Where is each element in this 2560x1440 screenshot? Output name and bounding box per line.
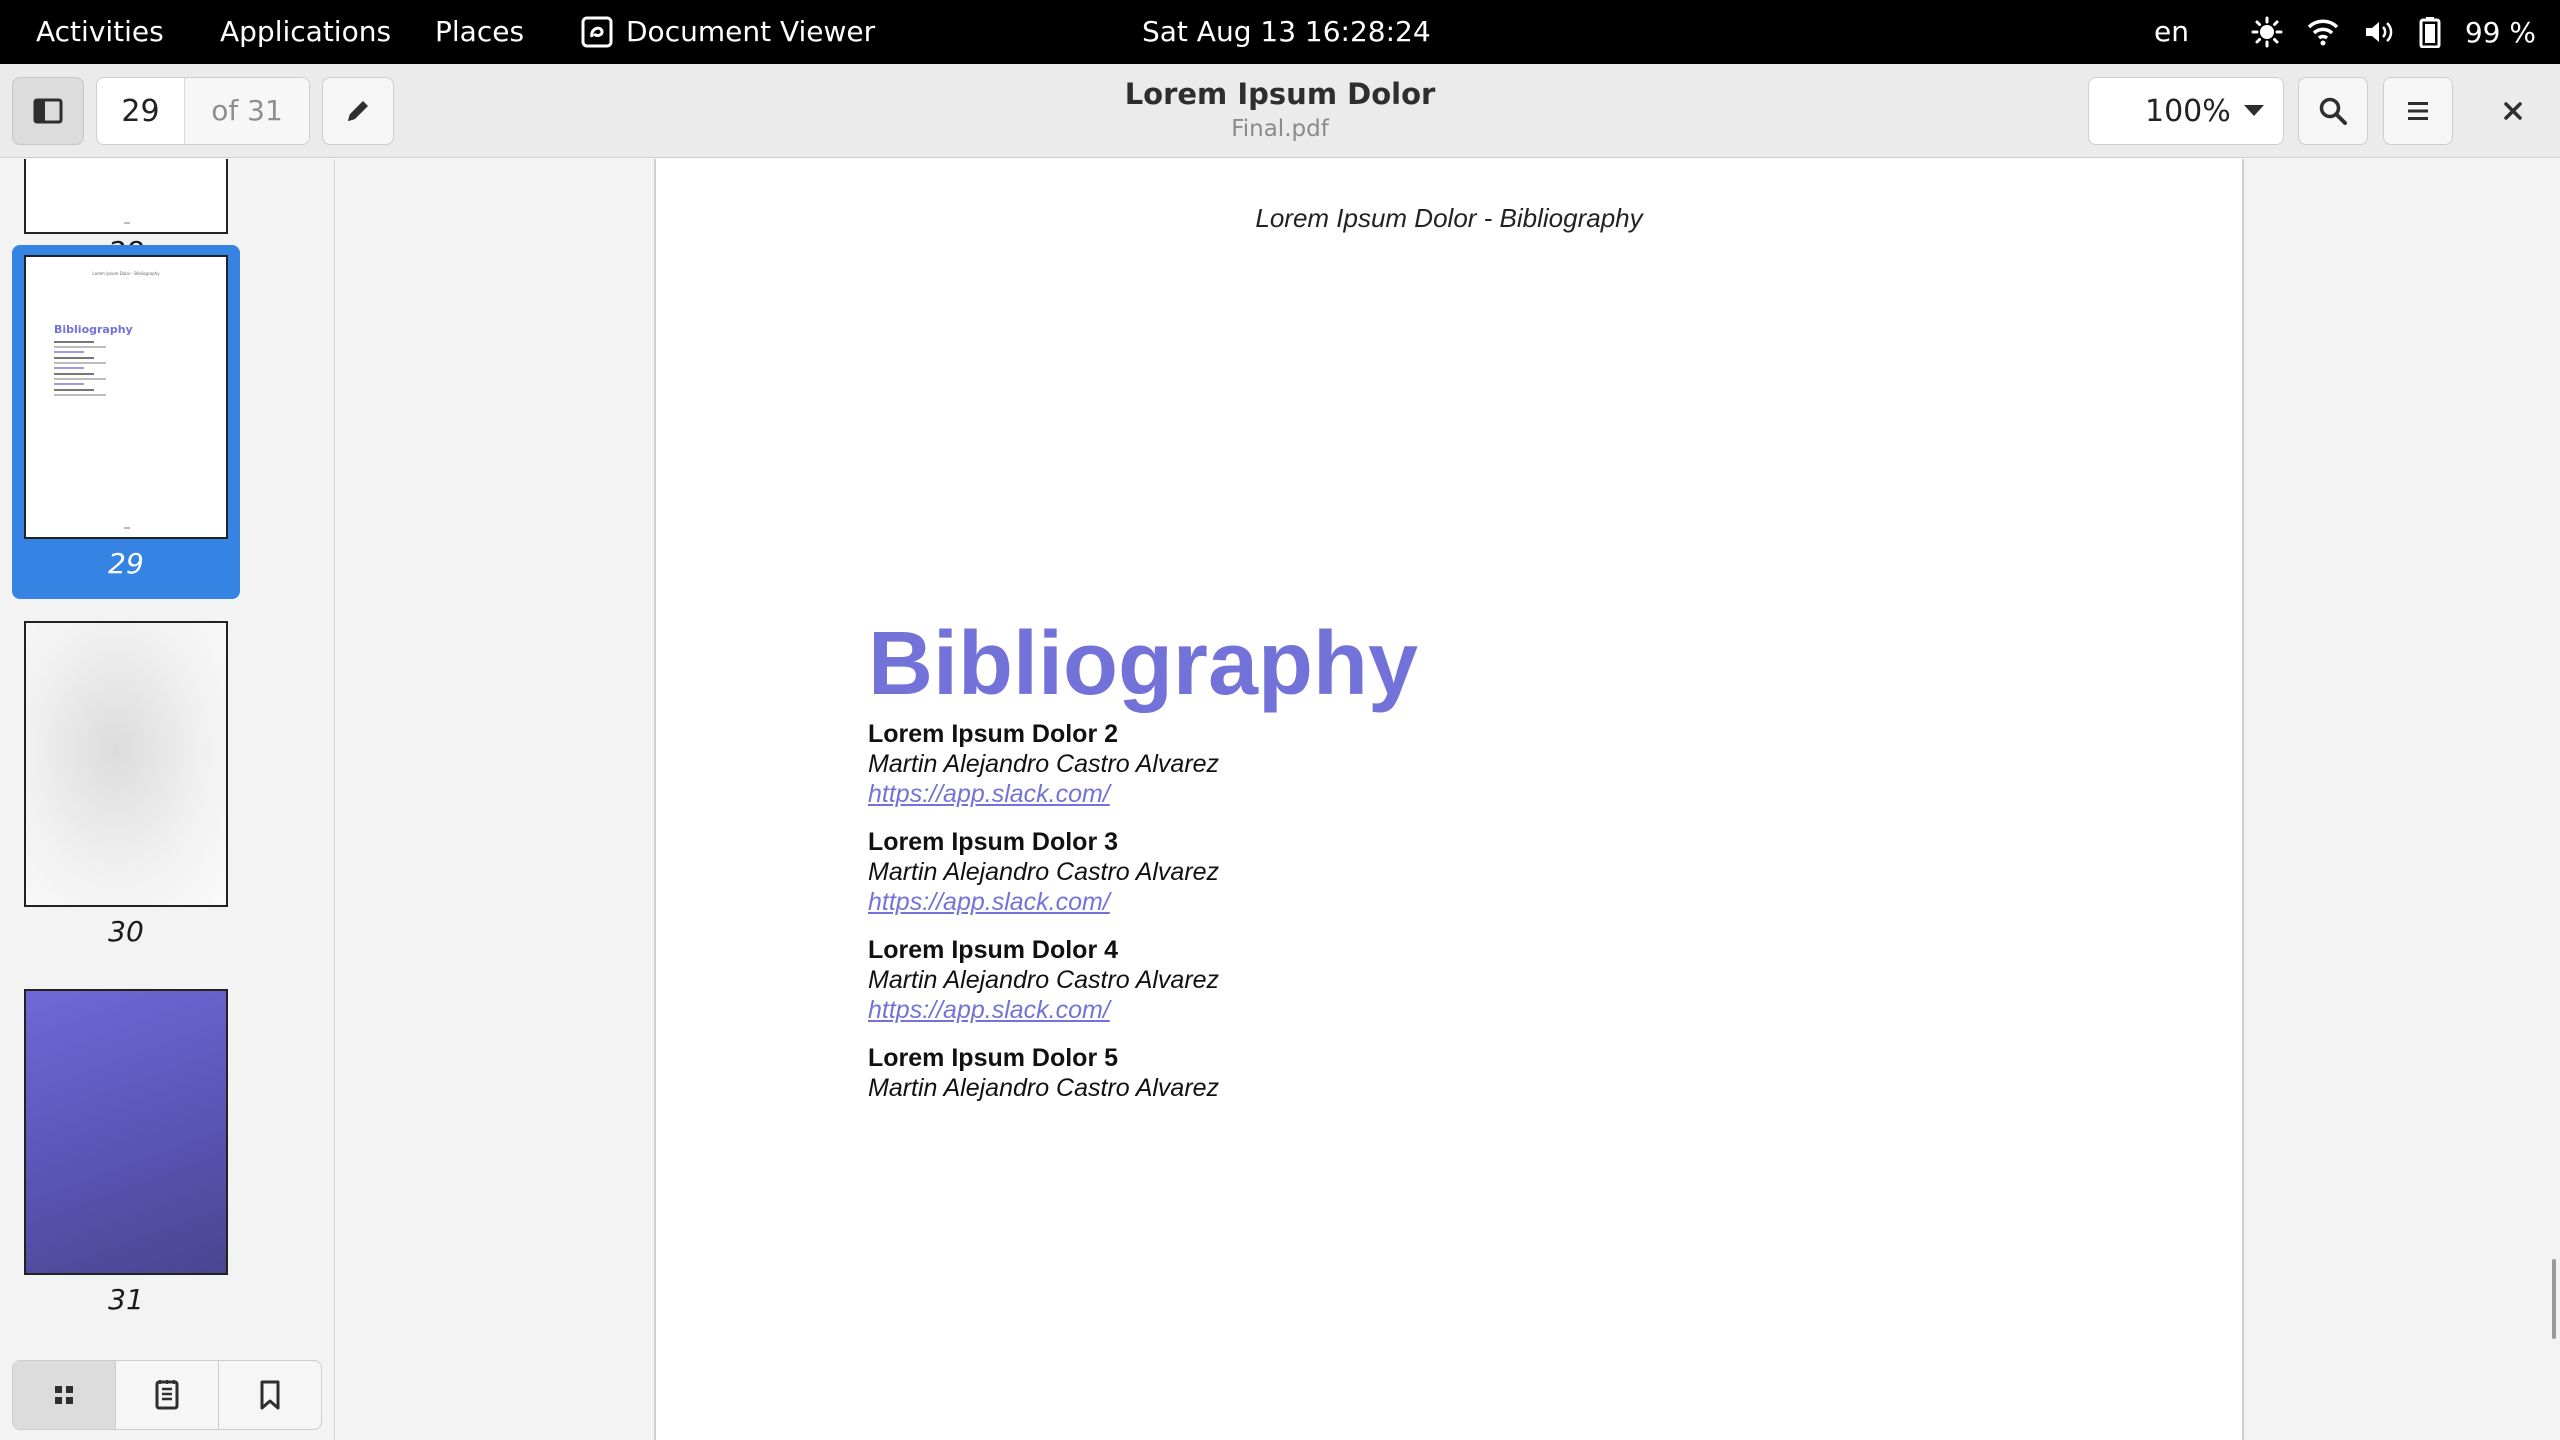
document-title: Lorem Ipsum Dolor [1124, 77, 1436, 111]
keyboard-layout-indicator[interactable]: en [2154, 0, 2189, 64]
bibliography-heading: Bibliography [868, 614, 1419, 714]
page-total-label: of 31 [185, 78, 309, 144]
brightness-icon [2251, 16, 2283, 48]
sidebar-view-switcher [12, 1360, 322, 1430]
thumbnail-page-30[interactable]: 30 [12, 611, 240, 965]
sidebar-icon [33, 98, 63, 124]
mini-heading: Bibliography [54, 323, 133, 336]
document-outline-icon [155, 1380, 179, 1410]
document-filename: Final.pdf [1231, 116, 1329, 142]
activities-button[interactable]: Activities [36, 0, 164, 64]
bibliography-list: Lorem Ipsum Dolor 2 Martin Alejandro Cas… [868, 719, 1219, 1121]
page-number-input[interactable] [97, 78, 185, 144]
document-view[interactable]: Lorem Ipsum Dolor - Bibliography Bibliog… [336, 159, 2560, 1440]
hamburger-menu-icon [2408, 102, 2428, 120]
tab-thumbnails[interactable] [13, 1361, 116, 1429]
tab-outline[interactable] [116, 1361, 219, 1429]
entry-title: Lorem Ipsum Dolor 4 [868, 936, 1119, 964]
thumbnail-label: 29 [108, 547, 144, 580]
mini-page-number [124, 222, 130, 224]
zoom-value: 100% [2145, 93, 2231, 129]
document-viewer-icon [581, 16, 613, 48]
gnome-top-bar: Activities Applications Places Document … [0, 0, 2560, 64]
entry-author: Martin Alejandro Castro Alvarez [868, 966, 1220, 994]
window-header-bar: of 31 Lorem Ipsum Dolor Final.pdf 100% [0, 64, 2560, 158]
zoom-dropdown[interactable]: 100% [2088, 77, 2284, 145]
app-menu[interactable]: Document Viewer [580, 0, 875, 64]
entry-author: Martin Alejandro Castro Alvarez [868, 1074, 1220, 1102]
app-menu-label: Document Viewer [626, 15, 876, 48]
thumbnail-page-31[interactable]: 31 [12, 979, 240, 1333]
thumbnail-label: 30 [108, 915, 144, 948]
bibliography-entry: Lorem Ipsum Dolor 3 Martin Alejandro Cas… [868, 827, 1219, 917]
bibliography-entry: Lorem Ipsum Dolor 4 Martin Alejandro Cas… [868, 935, 1219, 1025]
grid-icon [55, 1386, 73, 1404]
battery-percentage: 99 % [2464, 15, 2536, 49]
entry-title: Lorem Ipsum Dolor 5 [868, 1044, 1119, 1072]
entry-title: Lorem Ipsum Dolor 2 [868, 720, 1119, 748]
thumbnail-image [24, 621, 228, 907]
page-navigator: of 31 [96, 77, 310, 145]
volume-icon [2365, 22, 2393, 42]
chevron-down-icon [2244, 105, 2264, 116]
entry-author: Martin Alejandro Castro Alvarez [868, 858, 1220, 886]
annotate-button[interactable] [322, 77, 394, 145]
main-menu-button[interactable] [2383, 77, 2453, 145]
thumbnail-image [24, 989, 228, 1275]
thumbnail-page-29[interactable]: Lorem Ipsum Dolor - Bibliography Bibliog… [12, 245, 240, 599]
applications-menu[interactable]: Applications [220, 0, 391, 64]
sidebar-toggle-button[interactable] [12, 77, 84, 145]
thumbnail-label: 31 [108, 1283, 144, 1316]
wifi-icon [2307, 19, 2339, 46]
running-header: Lorem Ipsum Dolor - Bibliography [1255, 203, 1643, 233]
pencil-icon [348, 101, 368, 121]
search-icon [2319, 97, 2347, 125]
document-title-block: Lorem Ipsum Dolor Final.pdf [900, 74, 1660, 144]
mini-running-header: Lorem Ipsum Dolor - Bibliography [92, 271, 160, 276]
mini-page-number [124, 527, 130, 529]
thumbnail-sidebar[interactable]: 28 Lorem Ipsum Dolor - Bibliography Bibl… [0, 159, 335, 1440]
places-menu[interactable]: Places [435, 0, 524, 64]
thumbnail-image: Lorem Ipsum Dolor - Bibliography Bibliog… [24, 255, 228, 539]
clock[interactable]: Sat Aug 13 16:28:24 [1142, 0, 1431, 64]
vertical-scrollbar[interactable] [2552, 1259, 2556, 1339]
battery-icon [2419, 17, 2441, 48]
system-tray[interactable]: 99 % [2251, 0, 2536, 64]
tab-bookmarks[interactable] [219, 1361, 321, 1429]
bibliography-entry: Lorem Ipsum Dolor 5 Martin Alejandro Cas… [868, 1043, 1219, 1103]
search-button[interactable] [2298, 77, 2368, 145]
entry-link[interactable]: https://app.slack.com/ [868, 779, 1219, 809]
close-window-button[interactable] [2478, 77, 2548, 145]
close-icon [2504, 102, 2522, 120]
entry-link[interactable]: https://app.slack.com/ [868, 995, 1219, 1025]
thumbnail-image [24, 159, 228, 234]
bookmark-icon [260, 1380, 280, 1410]
bibliography-entry: Lorem Ipsum Dolor 2 Martin Alejandro Cas… [868, 719, 1219, 809]
entry-link[interactable]: https://app.slack.com/ [868, 887, 1219, 917]
entry-title: Lorem Ipsum Dolor 3 [868, 828, 1119, 856]
pdf-page: Lorem Ipsum Dolor - Bibliography Bibliog… [654, 159, 2244, 1440]
entry-author: Martin Alejandro Castro Alvarez [868, 750, 1220, 778]
